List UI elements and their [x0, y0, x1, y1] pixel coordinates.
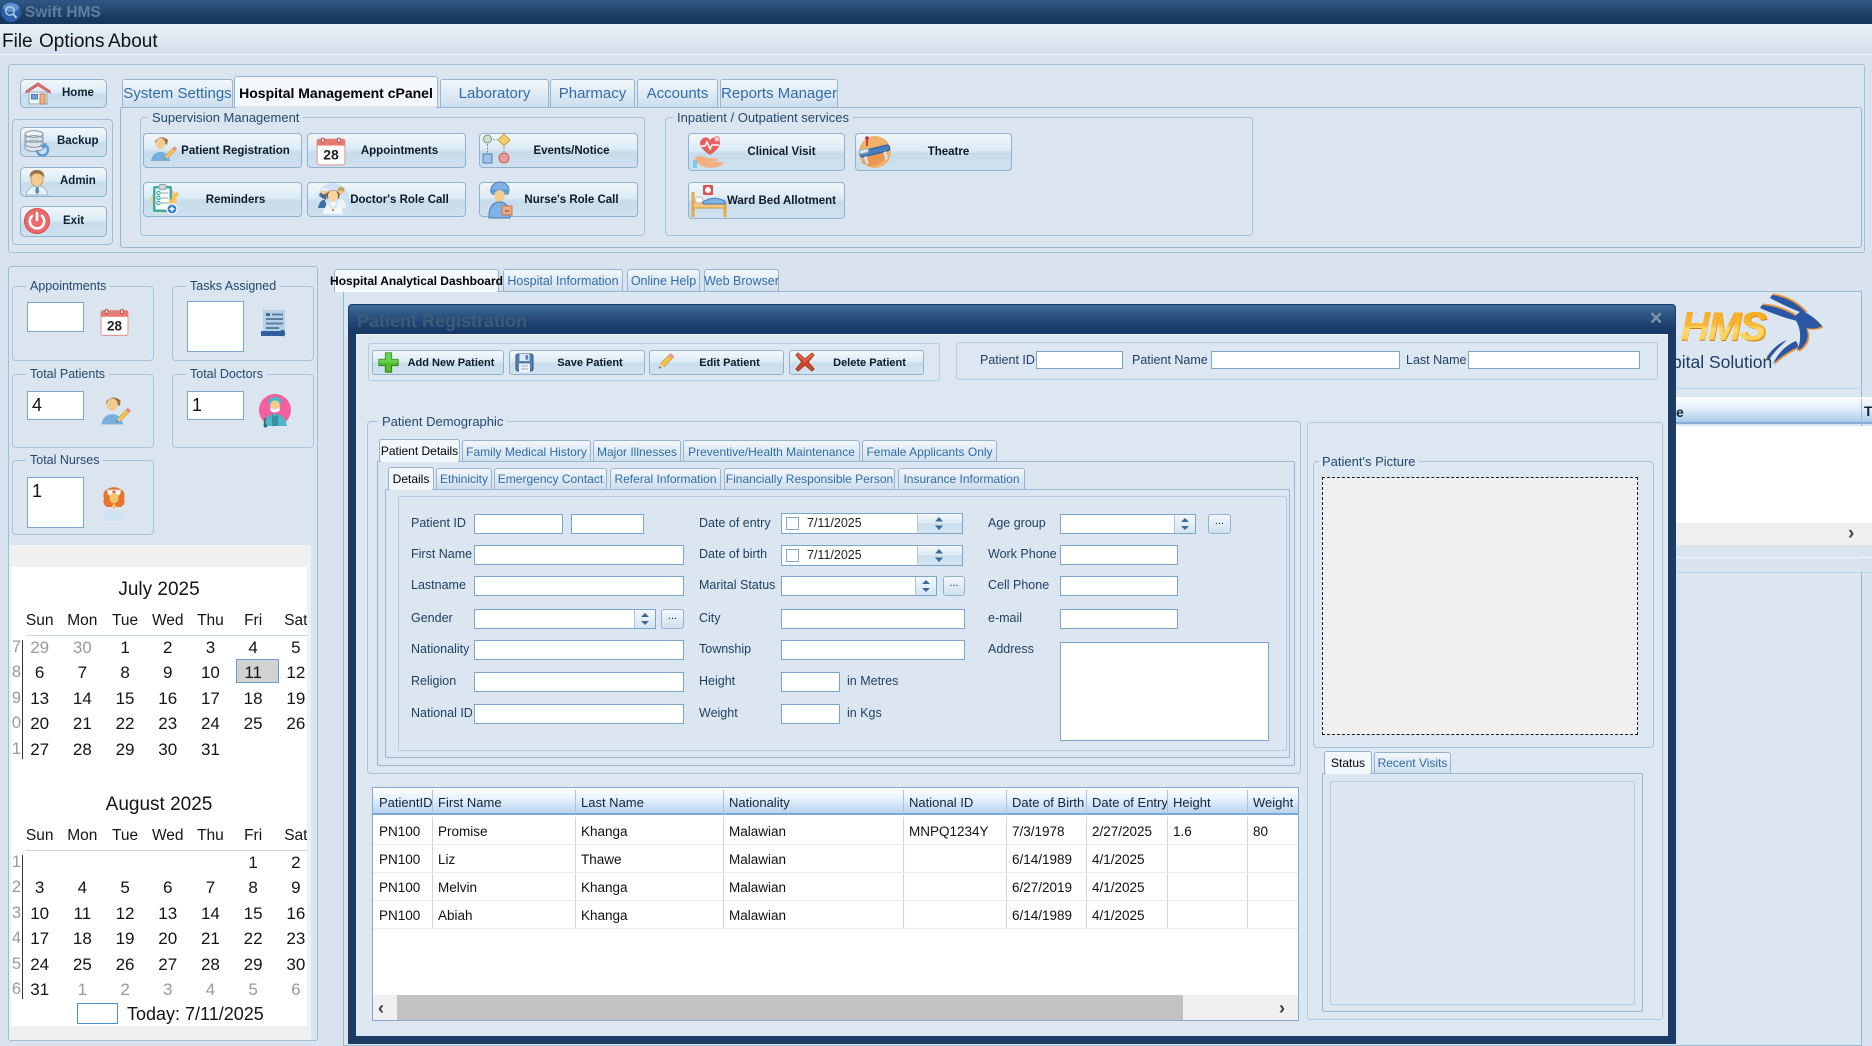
svg-text:28: 28	[107, 318, 122, 333]
svg-text:28: 28	[323, 147, 339, 163]
